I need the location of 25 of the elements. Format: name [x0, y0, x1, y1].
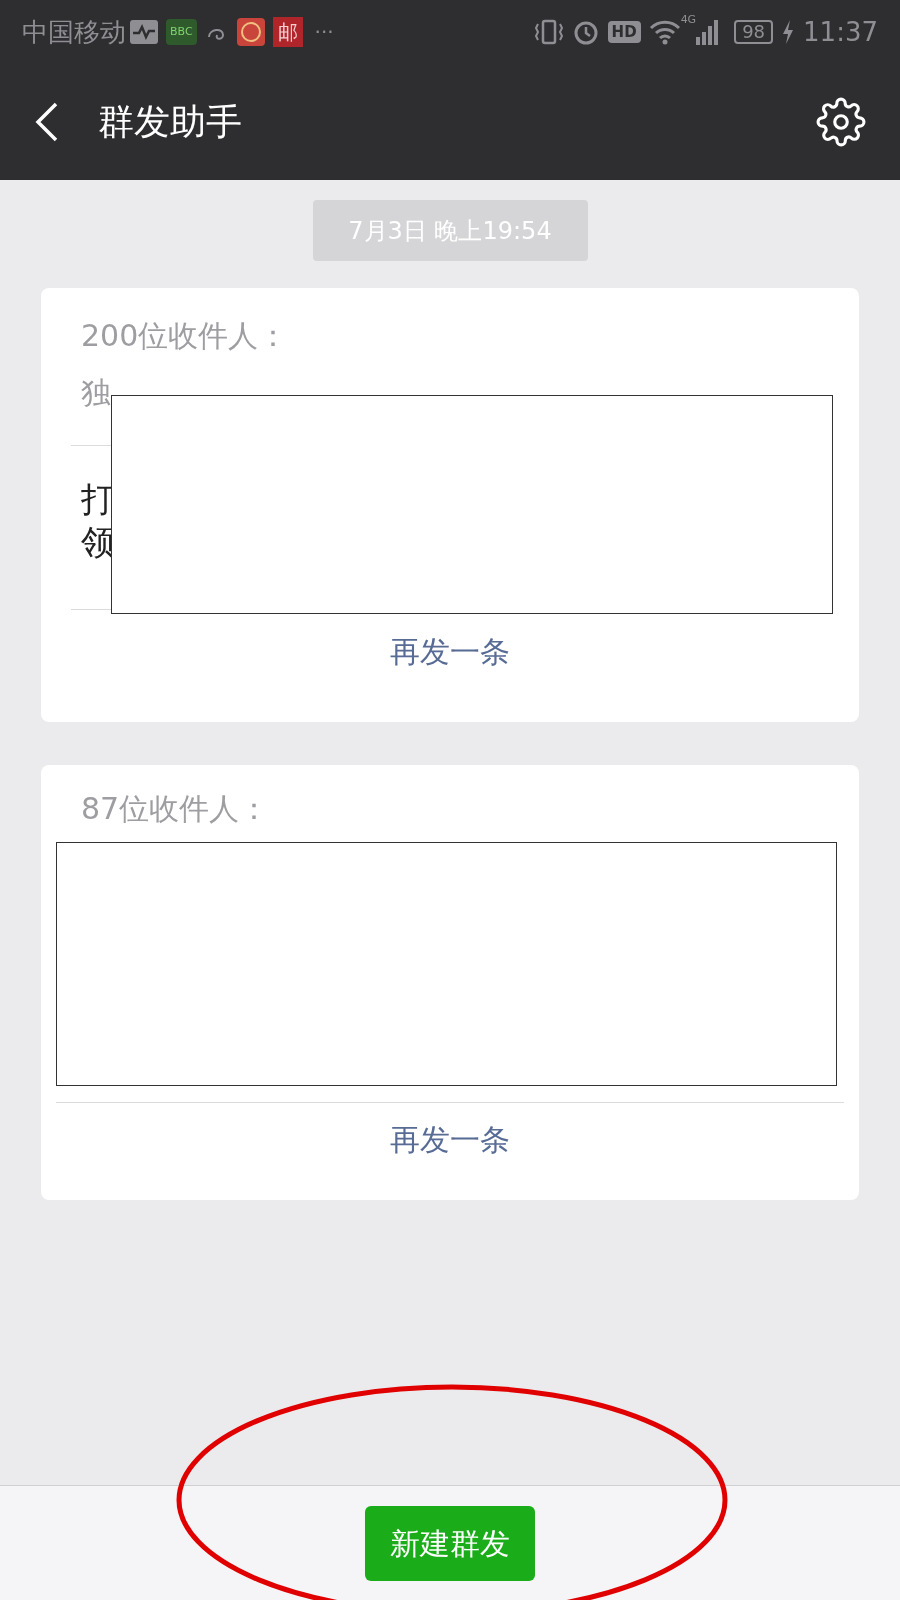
wifi-icon: [648, 19, 681, 45]
new-broadcast-button[interactable]: 新建群发: [365, 1506, 535, 1581]
message-line: 领: [81, 520, 115, 563]
message-line: 打: [81, 477, 115, 520]
resend-link[interactable]: 再发一条: [390, 1117, 510, 1162]
circle-app-icon: [236, 18, 265, 46]
vibrate-icon: [533, 18, 564, 46]
recipients-preview: 独: [81, 374, 111, 412]
pulse-icon: [130, 20, 158, 44]
recipients-label: 87位收件人：: [81, 790, 271, 828]
battery-level: 98: [734, 20, 774, 44]
hd-badge: HD: [607, 20, 641, 44]
mail-app-icon: 邮: [272, 17, 303, 47]
more-indicator: ···: [314, 19, 334, 46]
resend-link[interactable]: 再发一条: [390, 630, 510, 674]
recipients-label: 200位收件人：: [81, 317, 289, 355]
app-badge: BBC: [166, 18, 197, 46]
network-label: 4G: [680, 12, 697, 28]
back-icon[interactable]: [34, 102, 60, 142]
charging-icon: [781, 20, 796, 44]
header-title: 群发助手: [98, 100, 242, 144]
signal-icon: [696, 19, 719, 45]
carrier-label: 中国移动: [22, 15, 126, 49]
settings-icon[interactable]: [816, 97, 866, 147]
clock-time: 11:37: [803, 15, 878, 49]
